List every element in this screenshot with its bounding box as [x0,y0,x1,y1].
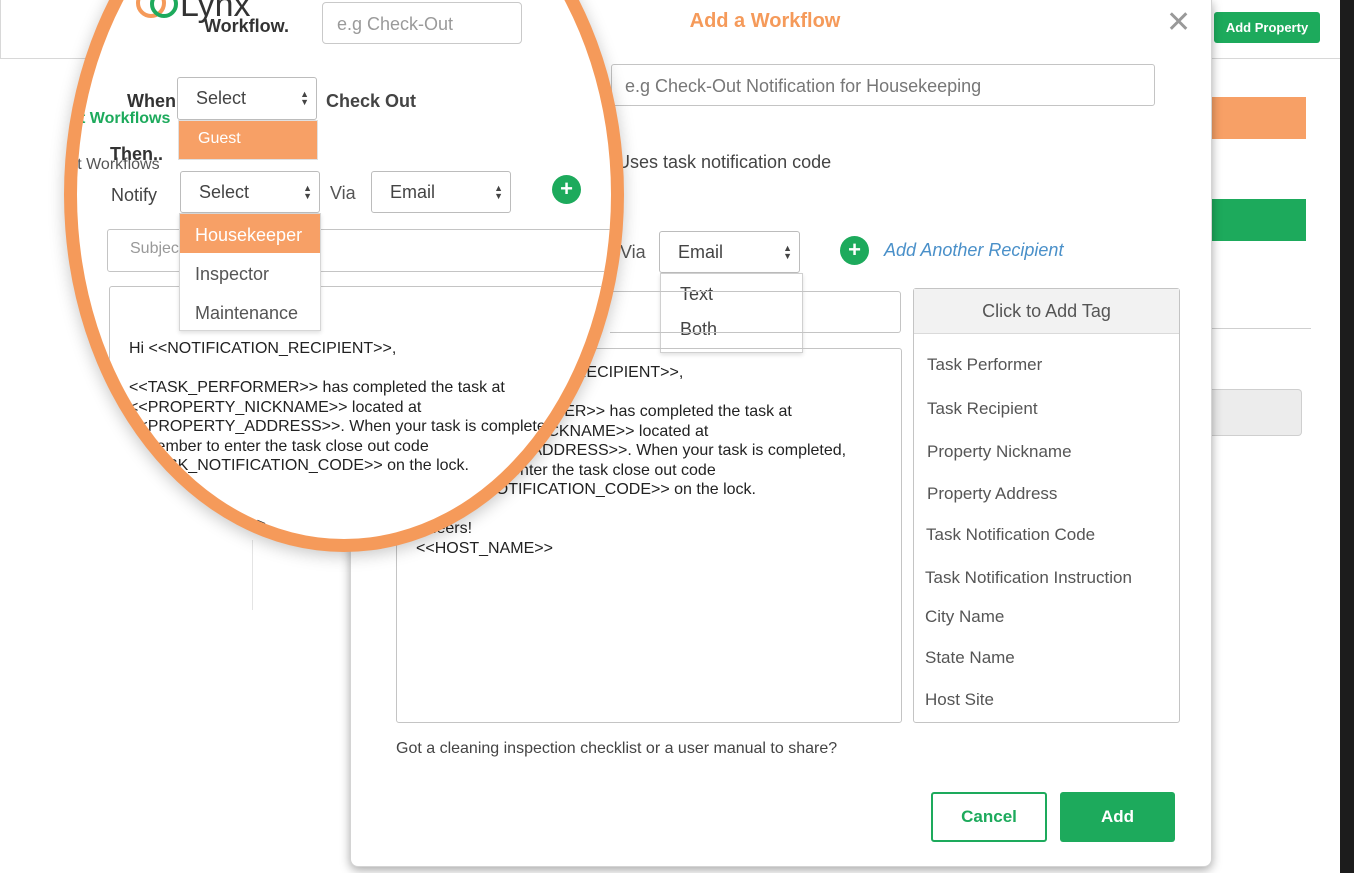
via-select-zoomed[interactable]: Email ▲ ▼ [371,171,511,213]
background-divider [1210,328,1311,329]
add-recipient-plus-icon[interactable]: + [840,236,869,265]
background-green-bar [1210,199,1306,241]
tag-item[interactable]: Task Notification Instruction [925,568,1132,588]
uses-code-label: Uses task notification code [617,152,832,172]
via-select[interactable]: Email ▲ ▼ [659,231,800,273]
when-label: When [127,91,176,111]
tag-item[interactable]: Property Nickname [927,442,1072,462]
notify-select[interactable]: Select ▲ ▼ [180,171,320,213]
via-label: Via [330,183,356,203]
sidebar-title[interactable]: Smart Workflows [77,110,170,128]
tag-panel: Click to Add Tag Task Performer Task Rec… [913,288,1180,723]
via-select-value: Email [390,182,436,202]
select-arrows-icon: ▲ ▼ [783,243,792,261]
tag-item[interactable]: Task Notification Code [926,525,1095,545]
add-notify-plus-icon[interactable]: + [552,175,581,204]
when-select[interactable]: Select ▲ ▼ [177,77,317,120]
then-label: Then.. [110,144,163,164]
window-edge [1340,0,1354,873]
subject-input[interactable] [610,291,901,333]
header-search-zoomed[interactable]: e.g Check-Out [322,2,522,44]
via-select-value: Email [678,242,724,262]
add-property-button[interactable]: Add Property [1214,12,1320,43]
tag-item[interactable]: City Name [925,607,1004,627]
notify-select-value: Select [199,182,250,202]
notify-option-inspector[interactable]: Inspector [180,253,320,292]
modal-title: Add a Workflow [689,10,841,32]
share-checklist-text: Got a cleaning inspection checklist or a… [396,740,838,757]
tag-panel-title: Click to Add Tag [914,289,1179,334]
event-label: Check Out [326,91,417,111]
tag-item[interactable]: Task Performer [927,355,1042,375]
select-arrows-icon: ▲ ▼ [494,183,503,201]
via-label: Via [620,242,646,262]
workflow-name-input[interactable]: e.g Check-Out Notification for Housekeep… [611,64,1155,106]
close-icon[interactable]: ✕ [1166,8,1191,38]
add-another-recipient-link[interactable]: Add Another Recipient [884,240,1063,261]
notify-dropdown-menu: Housekeeper Inspector Maintenance [179,213,321,331]
background-grey-field [1210,389,1302,436]
tag-item[interactable]: Task Recipient [927,399,1038,419]
when-select-value: Select [196,88,247,108]
notify-option-housekeeper[interactable]: Housekeeper [180,214,320,253]
add-button[interactable]: Add [1060,792,1175,842]
notify-option-maintenance[interactable]: Maintenance [180,292,320,331]
notify-label: Notify [111,185,158,205]
tag-item[interactable]: Host Site [925,690,994,710]
magnifier-lens: Lynx Workflow. e.g Check-Out Smart Workf… [64,0,624,552]
sidebar-divider [252,540,253,610]
header-subtitle: Workflow. [204,16,289,36]
tag-item[interactable]: State Name [925,648,1015,668]
select-arrows-icon: ▲ ▼ [300,89,309,107]
select-arrows-icon: ▲ ▼ [303,183,312,201]
background-orange-bar [1210,97,1306,139]
when-option-guest[interactable]: Guest [178,120,318,160]
tag-item[interactable]: Property Address [927,484,1057,504]
cancel-button[interactable]: Cancel [931,792,1047,842]
